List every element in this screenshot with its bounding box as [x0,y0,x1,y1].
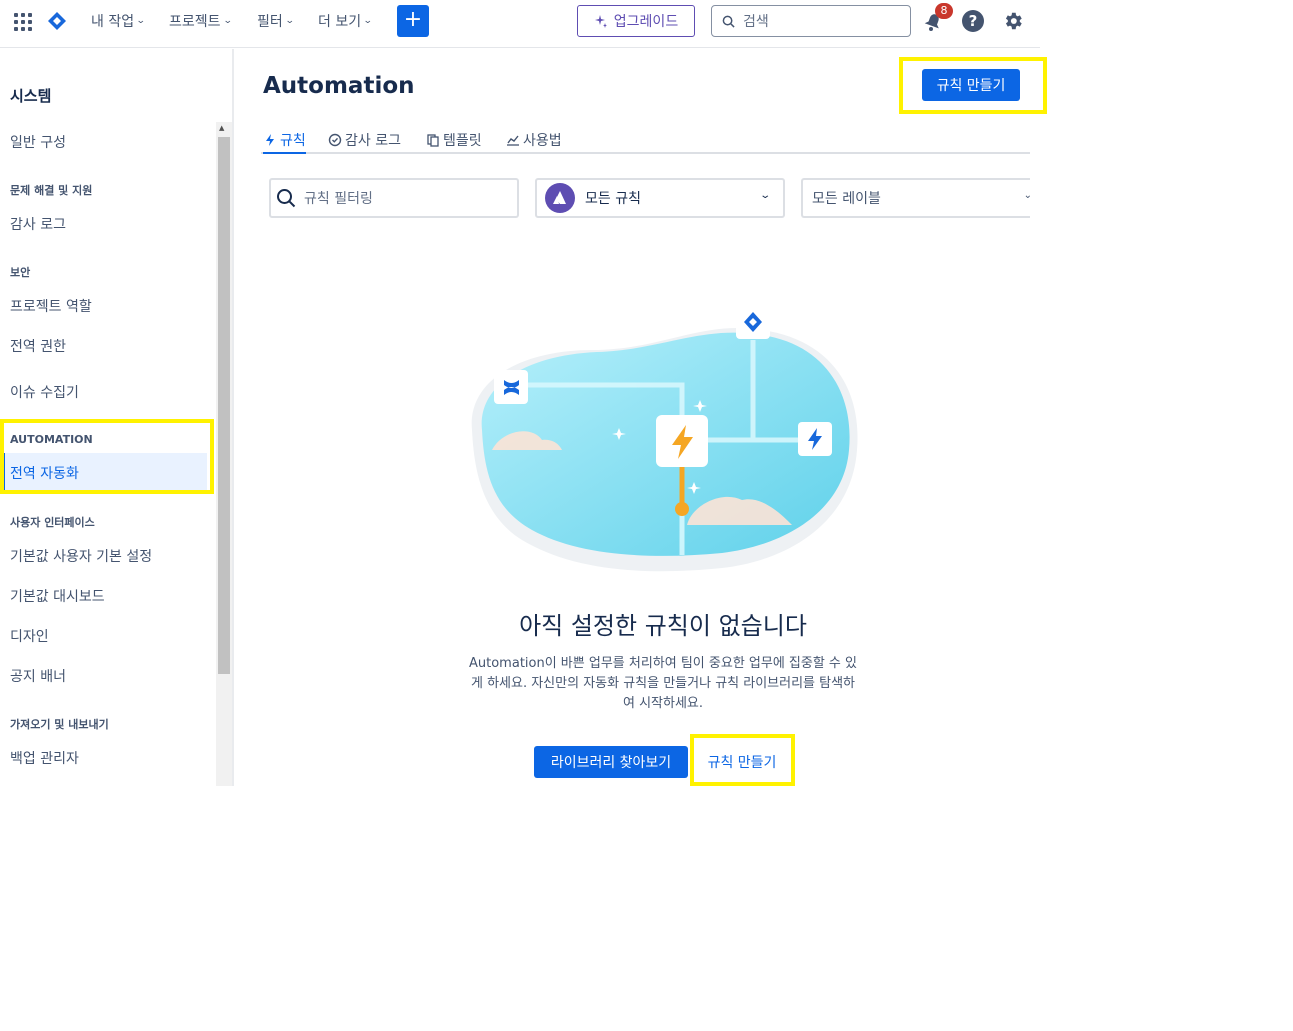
sidebar-item-project-roles[interactable]: 프로젝트 역할 [10,296,92,316]
scroll-up-arrow-icon[interactable]: ▲ [219,124,224,132]
nav-label: 더 보기 [318,14,362,30]
atlassian-avatar-icon [545,183,575,213]
nav-filters[interactable]: 필터 ⌄ [257,11,295,31]
nav-label: 프로젝트 [169,14,221,30]
sidebar-item-general[interactable]: 일반 구성 [10,132,66,152]
browse-library-button[interactable]: 라이브러리 찾아보기 [534,746,688,778]
empty-desc-line: 여 시작하세요. [622,696,704,711]
nav-more[interactable]: 더 보기 ⌄ [318,11,373,31]
sidebar-item-backup-manager[interactable]: 백업 관리자 [10,748,79,768]
scope-select-value: 모든 규칙 [585,191,641,207]
create-button[interactable]: + [397,5,429,37]
tab-label: 규칙 [280,132,306,149]
copy-icon [427,133,439,147]
sidebar-item-issue-collectors[interactable]: 이슈 수집기 [10,382,79,402]
sidebar-title: 시스템 [10,87,52,105]
tab-label: 감사 로그 [345,132,401,149]
rule-scope-select[interactable]: 모든 규칙 ⌄ [535,178,785,218]
upgrade-button[interactable]: 업그레이드 [577,5,695,37]
search-icon [277,189,296,208]
settings-gear-icon[interactable] [1002,10,1024,32]
empty-state-title: 아직 설정한 규칙이 없습니다 [519,612,807,640]
jira-logo-icon[interactable] [47,11,67,31]
sidebar-item-design[interactable]: 디자인 [10,626,49,646]
check-circle-icon [328,133,342,146]
sidebar-scrollbar-thumb[interactable] [218,137,230,674]
tab-bar: 규칙 감사 로그 템플릿 사용법 [261,127,1030,154]
nav-projects[interactable]: 프로젝트 ⌄ [169,11,233,31]
search-placeholder: 검색 [743,14,769,30]
sidebar-item-global-permissions[interactable]: 전역 권한 [10,336,66,356]
empty-desc-line: Automation이 바쁜 업무를 처리하여 팀이 중요한 업무에 집중할 수… [469,656,857,671]
create-rule-button[interactable]: 규칙 만들기 [922,69,1020,101]
tab-templates[interactable]: 템플릿 [426,127,482,152]
sidebar: 시스템 일반 구성 문제 해결 및 지원 감사 로그 보안 프로젝트 역할 전역… [0,49,234,786]
app-switcher-icon[interactable] [14,13,32,31]
sidebar-item-default-user-prefs[interactable]: 기본값 사용자 기본 설정 [10,546,152,566]
create-rule-link-button[interactable]: 규칙 만들기 [694,746,790,778]
chart-icon [507,135,519,146]
sidebar-item-label: 전역 자동화 [10,466,79,482]
nav-label: 필터 [257,14,283,30]
help-icon[interactable]: ? [962,10,984,32]
rule-filter-input[interactable]: 규칙 필터링 [269,178,519,218]
nav-my-work[interactable]: 내 작업 ⌄ [91,11,146,31]
upgrade-label: 업그레이드 [613,14,679,30]
tab-rules[interactable]: 규칙 [263,127,306,154]
empty-desc-line: 게 하세요. 자신만의 자동화 규칙을 만들거나 규칙 라이브러리를 탐색하 [470,676,856,691]
label-select[interactable]: 모든 레이블 ⌄ [801,178,1030,218]
sidebar-section-security: 보안 [10,266,31,279]
notification-count-badge: 8 [935,3,953,19]
page-title: Automation [263,73,415,99]
label-select-value: 모든 레이블 [812,191,881,207]
bolt-icon [266,133,274,146]
automation-empty-illustration [471,305,858,572]
chevron-down-icon: ⌄ [1024,190,1030,201]
chevron-down-icon: ⌄ [222,16,233,26]
sidebar-section-troubleshoot: 문제 해결 및 지원 [10,184,93,197]
tab-usage[interactable]: 사용법 [506,127,562,152]
top-navigation: 내 작업 ⌄ 프로젝트 ⌄ 필터 ⌄ 더 보기 ⌄ + 업그레이드 검색 8 ? [0,0,1040,48]
filter-placeholder: 규칙 필터링 [304,191,373,207]
tab-label: 사용법 [523,132,562,149]
tab-audit-log[interactable]: 감사 로그 [328,127,401,152]
chevron-down-icon: ⌄ [135,16,146,26]
sparkle-icon [594,15,607,28]
sidebar-section-import-export: 가져오기 및 내보내기 [10,718,109,731]
chevron-down-icon: ⌄ [758,190,771,201]
sidebar-item-default-dashboard[interactable]: 기본값 대시보드 [10,586,105,606]
search-icon [722,15,735,28]
sidebar-section-ui: 사용자 인터페이스 [10,516,95,529]
sidebar-item-global-automation[interactable]: 전역 자동화 [2,453,207,491]
sidebar-item-audit-log[interactable]: 감사 로그 [10,214,66,234]
sidebar-section-automation: AUTOMATION [10,433,93,446]
sidebar-item-announcement-banner[interactable]: 공지 배너 [10,666,66,686]
chevron-down-icon: ⌄ [284,16,295,26]
tab-label: 템플릿 [443,132,482,149]
chevron-down-icon: ⌄ [362,16,373,26]
search-input[interactable]: 검색 [711,5,911,37]
nav-label: 내 작업 [91,14,135,30]
empty-state-description: Automation이 바쁜 업무를 처리하여 팀이 중요한 업무에 집중할 수… [440,654,886,714]
